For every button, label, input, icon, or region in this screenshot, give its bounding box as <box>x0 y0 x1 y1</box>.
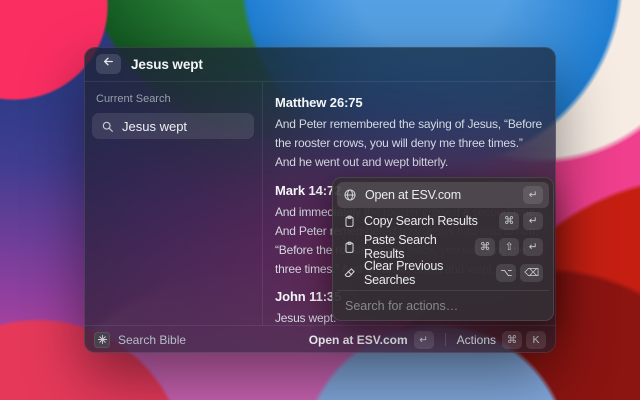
shortcut-keys: ↵ <box>523 186 543 204</box>
globe-icon <box>343 188 357 202</box>
verse-text: And Peter remembered the saying of Jesus… <box>275 117 543 170</box>
desktop-wallpaper: { "window": { "title": "Jesus wept", "si… <box>0 0 640 400</box>
action-item-label: Open at ESV.com <box>365 188 461 202</box>
action-item-clear-previous-searches[interactable]: Clear Previous Searches ⌥ ⌫ <box>337 259 549 287</box>
key-badge: ⌫ <box>520 264 543 282</box>
result-item: Matthew 26:75 And Peter remembered the sa… <box>275 95 542 173</box>
verse-reference: Matthew 26:75 <box>275 95 363 110</box>
sidebar: Current Search Jesus wept <box>84 82 263 325</box>
action-item-paste-search-results[interactable]: Paste Search Results ⌘ ⇧ ↵ <box>337 233 549 261</box>
arrow-left-icon <box>102 55 115 73</box>
action-item-label: Copy Search Results <box>364 214 478 228</box>
key-badge: ↵ <box>523 186 543 204</box>
key-badge: ⌘ <box>499 212 519 230</box>
launcher-window: Jesus wept Current Search Jesus wept Mat… <box>84 47 556 353</box>
action-item-copy-search-results[interactable]: Copy Search Results ⌘ ↵ <box>337 208 549 234</box>
key-badge: K <box>526 330 546 349</box>
actions-search-input[interactable] <box>345 299 541 313</box>
primary-action-label[interactable]: Open at ESV.com <box>309 333 408 347</box>
primary-action-shortcut: ↵ <box>413 330 434 349</box>
action-item-label: Paste Search Results <box>364 233 437 261</box>
clipboard-icon <box>343 215 356 228</box>
key-badge: ↵ <box>523 238 543 256</box>
action-item-open-at-esv-com[interactable]: Open at ESV.com ↵ <box>337 182 549 208</box>
back-button[interactable] <box>96 54 121 74</box>
actions-shortcut: ⌘ K <box>502 330 546 349</box>
key-badge: ⌘ <box>475 238 495 256</box>
key-badge: ⇧ <box>499 238 519 256</box>
action-item-label: Clear Previous Searches <box>364 259 444 287</box>
actions-button[interactable]: Actions <box>457 333 496 347</box>
key-badge: ↵ <box>413 330 434 349</box>
key-badge: ⌘ <box>502 330 522 349</box>
shortcut-keys: ⌥ ⌫ <box>496 264 543 282</box>
bible-extension-icon <box>94 331 110 348</box>
window-header: Jesus wept <box>84 47 556 82</box>
sidebar-item-jesus-wept[interactable]: Jesus wept <box>92 113 254 139</box>
shortcut-keys: ⌘ ⇧ ↵ <box>475 238 543 256</box>
eraser-icon <box>343 267 356 280</box>
status-bar: Search Bible Open at ESV.com ↵ Actions ⌘… <box>84 325 556 353</box>
actions-menu-list: Open at ESV.com ↵ Copy Search Results ⌘ ↵ Pas… <box>337 182 549 287</box>
sidebar-list: Jesus wept <box>92 113 254 139</box>
page-title: Jesus wept <box>131 56 203 72</box>
shortcut-keys: ⌘ ↵ <box>499 212 543 230</box>
sidebar-section-label: Current Search <box>96 93 171 105</box>
clipboard-icon <box>343 241 356 254</box>
extension-label: Search Bible <box>118 332 187 347</box>
key-badge: ↵ <box>523 212 543 230</box>
actions-menu: Open at ESV.com ↵ Copy Search Results ⌘ ↵ Pas… <box>332 177 554 321</box>
actions-search-row <box>337 290 549 321</box>
sidebar-item-label: Jesus wept <box>122 118 188 134</box>
footer-divider <box>444 333 446 346</box>
search-icon <box>101 120 114 133</box>
key-badge: ⌥ <box>496 264 517 282</box>
